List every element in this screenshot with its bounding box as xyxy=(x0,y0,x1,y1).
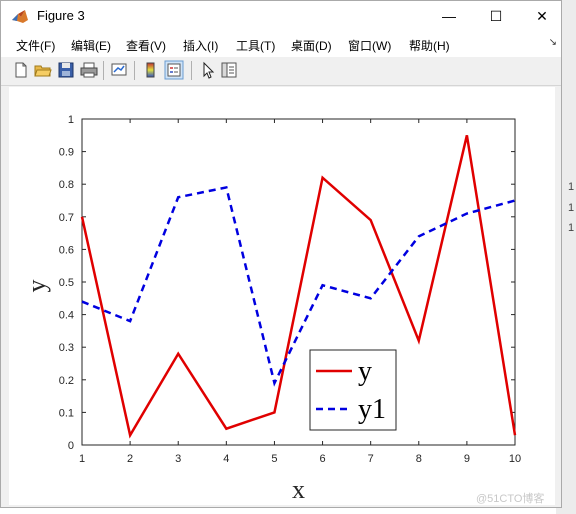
legend-icon[interactable] xyxy=(164,60,184,80)
x-axis-label: x xyxy=(292,475,305,504)
x-tick-label: 7 xyxy=(368,453,374,465)
maximize-button[interactable]: ☐ xyxy=(473,1,519,32)
title-bar[interactable]: Figure 3 — ☐ ✕ xyxy=(1,1,561,32)
menu-tools[interactable]: 工具(T) xyxy=(236,37,275,54)
menu-help[interactable]: 帮助(H) xyxy=(409,37,450,54)
close-button[interactable]: ✕ xyxy=(519,1,565,32)
side-mark: 1 xyxy=(568,181,575,193)
new-figure-icon[interactable] xyxy=(11,60,31,80)
menu-file[interactable]: 文件(F) xyxy=(16,37,55,54)
window-title: Figure 3 xyxy=(37,8,85,23)
x-tick-label: 1 xyxy=(79,453,85,465)
x-tick-label: 2 xyxy=(127,453,133,465)
y-tick-label: 1 xyxy=(68,114,74,126)
x-tick-label: 10 xyxy=(509,453,521,465)
matlab-icon xyxy=(12,10,28,23)
toolbar-separator xyxy=(191,61,192,80)
toolbar xyxy=(1,57,561,86)
save-icon[interactable] xyxy=(56,60,76,80)
y-tick-label: 0.3 xyxy=(59,342,74,354)
figure-window: Figure 3 — ☐ ✕ 文件(F) 编辑(E) 查看(V) 插入(I) 工… xyxy=(0,0,562,508)
y-tick-label: 0.5 xyxy=(59,277,74,289)
toolbar-separator xyxy=(103,61,104,80)
x-tick-label: 6 xyxy=(319,453,325,465)
print-icon[interactable] xyxy=(79,60,99,80)
y-tick-label: 0.1 xyxy=(59,407,74,419)
menu-view[interactable]: 查看(V) xyxy=(126,37,166,54)
legend-label: y1 xyxy=(358,394,386,425)
watermark-text: @51CTO博客 xyxy=(476,493,545,505)
plot-tools-icon[interactable] xyxy=(219,60,239,80)
link-plot-icon[interactable] xyxy=(109,60,129,80)
menu-bar: 文件(F) 编辑(E) 查看(V) 插入(I) 工具(T) 桌面(D) 窗口(W… xyxy=(1,32,561,57)
y-tick-label: 0.2 xyxy=(59,375,74,387)
x-tick-label: 3 xyxy=(175,453,181,465)
y-tick-label: 0.6 xyxy=(59,244,74,256)
legend-label: y xyxy=(358,356,372,387)
open-file-icon[interactable] xyxy=(33,60,53,80)
x-tick-label: 9 xyxy=(464,453,470,465)
x-tick-label: 4 xyxy=(223,453,229,465)
menu-insert[interactable]: 插入(I) xyxy=(183,37,218,54)
plot-box xyxy=(81,118,516,446)
y-tick-label: 0.8 xyxy=(59,179,74,191)
x-tick-label: 8 xyxy=(416,453,422,465)
menu-edit[interactable]: 编辑(E) xyxy=(71,37,111,54)
menu-desktop[interactable]: 桌面(D) xyxy=(291,37,332,54)
minimize-button[interactable]: — xyxy=(426,1,472,32)
side-mark: 1 xyxy=(568,202,575,214)
y-axis-label: y xyxy=(22,280,51,293)
figure-canvas[interactable]: 1 2 3 4 5 6 7 8 9 10 0 0.1 0.2 0.3 0.4 0.5 0.6 0.7 0.8 0.9 1… xyxy=(9,87,555,505)
colorbar-icon[interactable] xyxy=(141,60,161,80)
pointer-icon[interactable] xyxy=(198,60,218,80)
y-tick-label: 0 xyxy=(68,440,74,452)
y-tick-label: 0.9 xyxy=(59,147,74,159)
y-tick-label: 0.7 xyxy=(59,212,74,224)
line-chart[interactable]: 1 2 3 4 5 6 7 8 9 10 0 0.1 0.2 0.3 0.4 0.5 0.6 0.7 0.8 0.9 1… xyxy=(9,87,555,505)
toolbar-separator xyxy=(134,61,135,80)
y-tick-label: 0.4 xyxy=(59,310,74,322)
side-mark: 1 xyxy=(568,222,575,234)
x-tick-label: 5 xyxy=(271,453,277,465)
menu-window[interactable]: 窗口(W) xyxy=(348,37,391,54)
menu-expand-icon[interactable]: ↘ xyxy=(549,37,557,48)
